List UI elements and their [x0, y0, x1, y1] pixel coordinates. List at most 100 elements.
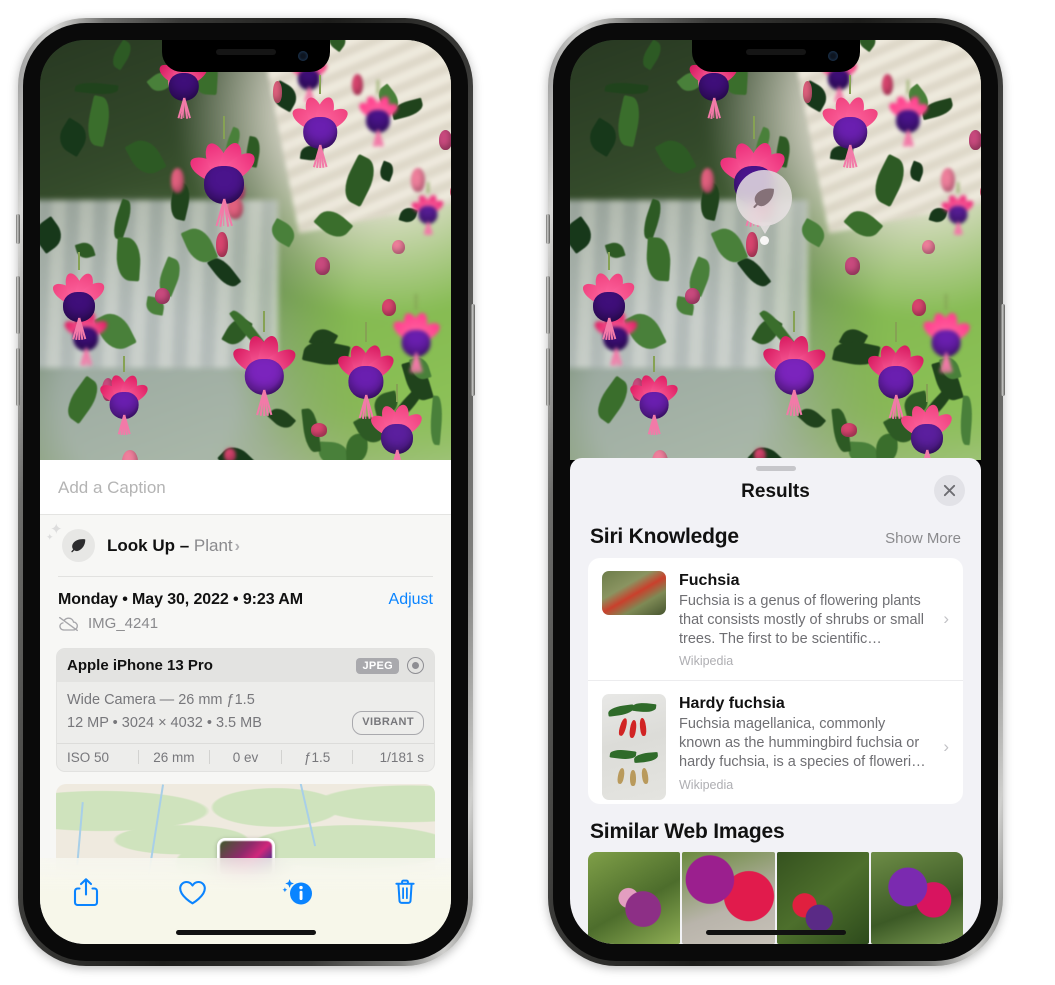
notch	[691, 40, 860, 72]
screenshot-stage: Add a Caption ✦ ✦ Look Up – Plant › Mond…	[0, 0, 1055, 985]
silence-switch[interactable]	[546, 214, 550, 244]
photo-viewer[interactable]	[570, 40, 981, 460]
list-item[interactable]: Fuchsia Fuchsia is a genus of flowering …	[588, 558, 963, 680]
flower	[627, 355, 681, 437]
flower	[897, 384, 956, 460]
flower-bud	[685, 288, 701, 305]
flower	[920, 293, 973, 375]
photo-viewer[interactable]	[40, 40, 451, 460]
info-sparkle-icon	[282, 879, 312, 905]
flower-bud	[845, 257, 860, 275]
device-model: Apple iPhone 13 Pro	[67, 657, 213, 674]
exif-value: ƒ1.5	[303, 749, 331, 765]
exif-value: ISO 50	[67, 749, 110, 765]
look-up-row[interactable]: ✦ ✦ Look Up – Plant ›	[40, 515, 451, 576]
flower-bud	[170, 168, 185, 194]
leaf-icon	[71, 539, 86, 553]
photo-info-sheet: Add a Caption ✦ ✦ Look Up – Plant › Mond…	[40, 460, 451, 944]
power-button[interactable]	[1001, 304, 1005, 396]
share-icon	[73, 878, 99, 907]
flower	[49, 252, 108, 342]
flower-bud	[941, 168, 955, 193]
flower-bud	[840, 423, 858, 437]
siri-knowledge-title: Siri Knowledge	[590, 524, 739, 548]
flower-bud	[700, 168, 715, 194]
size-info-row: 12 MP • 3024 × 4032 • 3.5 MB VIBRANT	[67, 711, 424, 735]
flower-bud	[802, 80, 813, 103]
camera-metadata-card: Apple iPhone 13 Pro JPEG Wide Camera — 2…	[56, 648, 435, 772]
visual-lookup-badge[interactable]	[736, 170, 792, 226]
visual-lookup-dot	[760, 236, 769, 245]
flower	[289, 75, 352, 170]
knowledge-title: Hardy fuchsia	[679, 695, 785, 713]
capture-date: Monday • May 30, 2022 • 9:23 AM	[58, 591, 303, 608]
show-more-button[interactable]: Show More	[885, 530, 961, 547]
knowledge-thumbnail	[602, 570, 666, 615]
leaf-icon	[753, 188, 774, 209]
trash-icon	[395, 879, 415, 904]
adjust-button[interactable]: Adjust	[389, 591, 433, 609]
flower-bud	[411, 168, 425, 193]
flower-bud	[438, 130, 451, 151]
volume-up-button[interactable]	[16, 276, 20, 334]
knowledge-title: Fuchsia	[679, 571, 740, 589]
volume-up-button[interactable]	[546, 276, 550, 334]
home-indicator[interactable]	[175, 930, 316, 935]
notch	[161, 40, 330, 72]
knowledge-source: Wikipedia	[679, 654, 734, 669]
look-up-badge: ✦ ✦	[46, 522, 95, 562]
similar-web-images-title: Similar Web Images	[590, 820, 785, 843]
chevron-right-icon: ›	[943, 736, 949, 756]
web-image-thumbnail[interactable]	[870, 852, 963, 944]
heart-icon	[178, 880, 206, 904]
caption-field-row[interactable]: Add a Caption	[40, 460, 451, 515]
flower-bud	[272, 80, 283, 103]
flower	[579, 252, 638, 342]
silence-switch[interactable]	[16, 214, 20, 244]
flower-bud	[310, 423, 328, 437]
flower	[759, 310, 830, 419]
look-up-subject: Plant	[193, 535, 233, 555]
look-up-title: Look Up –	[107, 535, 190, 555]
results-header: Results	[570, 471, 981, 507]
delete-button[interactable]	[385, 872, 425, 912]
exif-value: 26 mm	[153, 749, 195, 765]
web-image-thumbnail[interactable]	[588, 852, 681, 944]
flower	[367, 384, 426, 460]
flower	[356, 80, 401, 148]
iphone-right: Results Siri Knowledge Show More Fuchsia…	[546, 18, 1005, 966]
flower-bud	[216, 232, 228, 257]
share-button[interactable]	[66, 872, 106, 912]
metadata-badges: JPEG	[356, 657, 424, 674]
knowledge-body: Fuchsia Fuchsia is a genus of flowering …	[679, 571, 949, 668]
close-button[interactable]	[934, 474, 965, 506]
date-row: Monday • May 30, 2022 • 9:23 AM Adjust	[40, 577, 451, 609]
info-button[interactable]	[279, 872, 319, 912]
caption-placeholder[interactable]: Add a Caption	[58, 478, 433, 498]
lens-info: Wide Camera — 26 mm ƒ1.5	[67, 692, 255, 708]
screen-right: Results Siri Knowledge Show More Fuchsia…	[570, 40, 981, 944]
power-button[interactable]	[471, 304, 475, 396]
metadata-header: Apple iPhone 13 Pro JPEG	[57, 649, 434, 682]
list-item[interactable]: Hardy fuchsia Fuchsia magellanica, commo…	[588, 680, 963, 804]
flower	[886, 80, 931, 148]
front-camera	[827, 51, 838, 61]
volume-down-button[interactable]	[16, 348, 20, 406]
size-info: 12 MP • 3024 × 4032 • 3.5 MB	[67, 714, 262, 731]
flower-bud	[223, 448, 236, 460]
home-indicator[interactable]	[705, 930, 846, 935]
flower	[940, 182, 976, 236]
file-name: IMG_4241	[88, 615, 159, 632]
siri-knowledge-header: Siri Knowledge Show More	[570, 507, 981, 558]
chevron-right-icon: ›	[943, 609, 949, 629]
photographic-style-badge: VIBRANT	[352, 711, 424, 735]
favorite-button[interactable]	[172, 872, 212, 912]
knowledge-body: Hardy fuchsia Fuchsia magellanica, commo…	[679, 694, 949, 791]
look-up-label: Look Up – Plant ›	[107, 536, 240, 556]
flower	[390, 293, 443, 375]
siri-knowledge-card: Fuchsia Fuchsia is a genus of flowering …	[588, 557, 963, 804]
volume-down-button[interactable]	[546, 348, 550, 406]
flower	[97, 355, 151, 437]
metadata-body: Wide Camera — 26 mm ƒ1.5 12 MP • 3024 × …	[57, 682, 434, 743]
close-icon	[943, 484, 956, 496]
